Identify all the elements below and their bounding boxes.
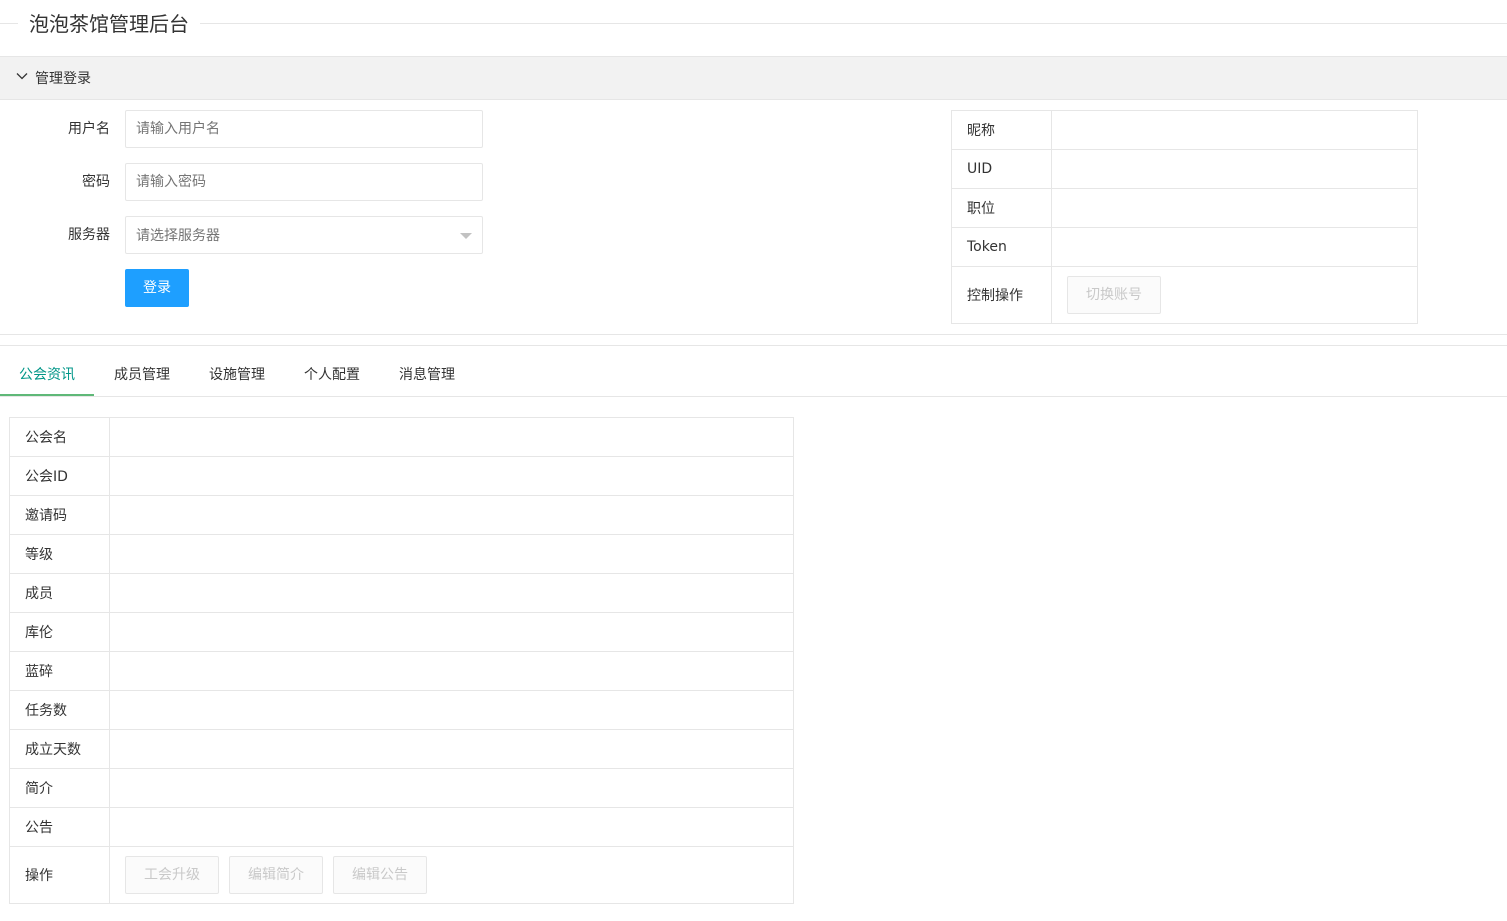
login-panel-header[interactable]: 管理登录 xyxy=(0,56,1507,100)
guild-upgrade-button[interactable]: 工会升级 xyxy=(125,856,219,894)
guild-id-value xyxy=(109,456,794,496)
tab-bar: 公会资讯 成员管理 设施管理 个人配置 消息管理 xyxy=(0,355,1507,397)
table-row: 操作 工会升级 编辑简介 编辑公告 xyxy=(9,846,794,904)
table-row: 职位 xyxy=(951,188,1418,228)
notice-key: 公告 xyxy=(9,807,110,847)
task-count-key: 任务数 xyxy=(9,690,110,730)
token-value xyxy=(1051,227,1418,267)
blue-shard-value xyxy=(109,651,794,691)
table-row: 简介 xyxy=(9,768,794,808)
intro-key: 简介 xyxy=(9,768,110,808)
position-key: 职位 xyxy=(951,188,1052,228)
tab-personal-config[interactable]: 个人配置 xyxy=(285,355,379,396)
table-row: 库伦 xyxy=(9,612,794,652)
server-select-placeholder: 请选择服务器 xyxy=(136,228,220,244)
level-key: 等级 xyxy=(9,534,110,574)
coulomb-key: 库伦 xyxy=(9,612,110,652)
tab-guild-info[interactable]: 公会资讯 xyxy=(0,355,94,396)
level-value xyxy=(109,534,794,574)
table-row: 成员 xyxy=(9,573,794,613)
password-label: 密码 xyxy=(82,174,110,190)
actions-value: 工会升级 编辑简介 编辑公告 xyxy=(109,846,794,904)
login-panel-title: 管理登录 xyxy=(35,71,91,87)
table-row: 等级 xyxy=(9,534,794,574)
active-tab-indicator xyxy=(0,394,94,396)
nickname-value xyxy=(1051,110,1418,150)
page-header: 泡泡茶馆管理后台 xyxy=(0,0,1507,48)
blue-shard-key: 蓝碎 xyxy=(9,651,110,691)
account-info-table: 昵称 UID 职位 Token 控制操作 切换账号 xyxy=(951,110,1418,324)
task-count-value xyxy=(109,690,794,730)
notice-value xyxy=(109,807,794,847)
tab-facility-management[interactable]: 设施管理 xyxy=(190,355,284,396)
control-value: 切换账号 xyxy=(1051,266,1418,324)
divider xyxy=(0,334,1507,335)
table-row: 公会名 xyxy=(9,417,794,457)
nickname-key: 昵称 xyxy=(951,110,1052,150)
days-founded-key: 成立天数 xyxy=(9,729,110,769)
tab-member-management[interactable]: 成员管理 xyxy=(95,355,189,396)
guild-id-key: 公会ID xyxy=(9,456,110,496)
members-key: 成员 xyxy=(9,573,110,613)
control-key: 控制操作 xyxy=(951,266,1052,324)
edit-notice-button[interactable]: 编辑公告 xyxy=(333,856,427,894)
table-row: 控制操作 切换账号 xyxy=(951,266,1418,324)
guild-actions: 工会升级 编辑简介 编辑公告 xyxy=(125,856,778,894)
username-label: 用户名 xyxy=(68,121,110,137)
actions-key: 操作 xyxy=(9,846,110,904)
table-row: 公告 xyxy=(9,807,794,847)
uid-key: UID xyxy=(951,149,1052,189)
page-title: 泡泡茶馆管理后台 xyxy=(29,12,189,36)
tab-message-management[interactable]: 消息管理 xyxy=(380,355,474,396)
guild-name-key: 公会名 xyxy=(9,417,110,457)
token-key: Token xyxy=(951,227,1052,267)
table-row: UID xyxy=(951,149,1418,189)
table-row: Token xyxy=(951,227,1418,267)
login-button[interactable]: 登录 xyxy=(125,269,189,307)
days-founded-value xyxy=(109,729,794,769)
table-row: 公会ID xyxy=(9,456,794,496)
switch-account-button[interactable]: 切换账号 xyxy=(1067,276,1161,314)
edit-intro-button[interactable]: 编辑简介 xyxy=(229,856,323,894)
server-label: 服务器 xyxy=(68,227,110,243)
position-value xyxy=(1051,188,1418,228)
divider xyxy=(0,345,1507,346)
table-row: 任务数 xyxy=(9,690,794,730)
table-row: 成立天数 xyxy=(9,729,794,769)
guild-name-value xyxy=(109,417,794,457)
server-select[interactable]: 请选择服务器 xyxy=(125,216,483,254)
table-row: 邀请码 xyxy=(9,495,794,535)
caret-down-icon xyxy=(460,233,472,239)
title-divider xyxy=(0,23,18,24)
username-input[interactable] xyxy=(125,110,483,148)
invite-code-value xyxy=(109,495,794,535)
table-row: 蓝碎 xyxy=(9,651,794,691)
title-divider xyxy=(200,23,1507,24)
table-row: 昵称 xyxy=(951,110,1418,150)
coulomb-value xyxy=(109,612,794,652)
guild-info-table: 公会名 公会ID 邀请码 等级 成员 库伦 蓝碎 任务数 成立天数 简介 公告 … xyxy=(9,417,794,904)
intro-value xyxy=(109,768,794,808)
uid-value xyxy=(1051,149,1418,189)
chevron-down-icon xyxy=(16,73,28,80)
password-input[interactable] xyxy=(125,163,483,201)
members-value xyxy=(109,573,794,613)
invite-code-key: 邀请码 xyxy=(9,495,110,535)
